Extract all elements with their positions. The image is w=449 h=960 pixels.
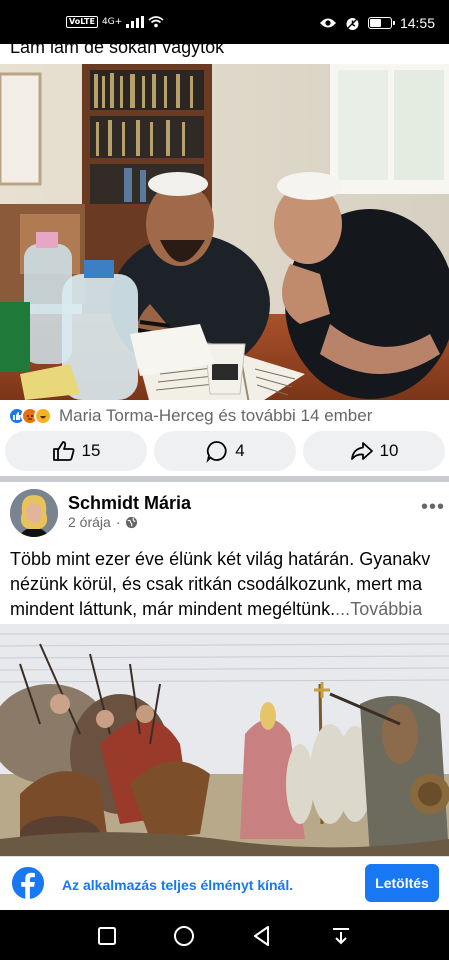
- wifi-icon: [148, 16, 164, 28]
- volte-icon: VoLTE: [66, 16, 98, 28]
- post2-text-line: mindent láttunk, már mindent megéltünk..…: [10, 597, 449, 622]
- post1-caption: Lam lam de sokan vagytok: [10, 37, 225, 57]
- status-left: VoLTE 4G+: [66, 16, 164, 28]
- battery-icon: [367, 17, 395, 29]
- signal-label: 4G+: [101, 17, 123, 27]
- recents-square-icon[interactable]: [95, 924, 119, 948]
- like-count: 15: [81, 441, 101, 460]
- like-button[interactable]: 15: [5, 431, 147, 471]
- status-right: 14:55: [319, 15, 435, 31]
- system-nav-bar: [0, 910, 449, 960]
- notification-pull-icon[interactable]: [329, 924, 353, 948]
- banner-text: Az alkalmazás teljes élményt kínál.: [62, 877, 294, 893]
- post2-time[interactable]: 2 órája: [68, 514, 111, 530]
- facebook-logo-icon: [11, 866, 45, 900]
- share-icon: [350, 442, 373, 460]
- post2-text-line-end: mindent láttunk, már mindent megéltünk.: [10, 599, 336, 619]
- post2-text-line: Több mint ezer éve élünk két világ határ…: [10, 549, 431, 569]
- alarm-icon: [345, 16, 360, 30]
- meta-dot: ·: [115, 514, 121, 530]
- post2-photo[interactable]: [0, 624, 449, 856]
- post2-ellipsis: ...: [335, 599, 351, 619]
- app-install-banner: Az alkalmazás teljes élményt kínál. Letö…: [0, 856, 449, 910]
- post1-image: [0, 64, 449, 400]
- home-circle-icon[interactable]: [172, 924, 196, 948]
- avatar[interactable]: [10, 489, 58, 537]
- signal-icon: [126, 16, 145, 28]
- post2-text: Több mint ezer éve élünk két világ határ…: [10, 547, 449, 622]
- reactions-text[interactable]: Maria Torma-Herceg és további 14 ember: [59, 406, 372, 426]
- eye-icon: [319, 18, 336, 28]
- post2-text-line: nézünk körül, és csak ritkán csodálkozun…: [10, 574, 423, 594]
- clock: 14:55: [399, 15, 435, 31]
- comment-icon: [206, 441, 227, 463]
- share-count: 10: [379, 441, 399, 460]
- comment-count: 4: [235, 441, 245, 460]
- reactions-summary[interactable]: Maria Torma-Herceg és további 14 ember: [8, 405, 372, 427]
- back-triangle-icon[interactable]: [250, 924, 274, 948]
- post2-meta: 2 órája ·: [68, 514, 138, 530]
- share-button[interactable]: 10: [303, 431, 445, 471]
- feed-separator: [0, 476, 449, 482]
- see-more-link[interactable]: Továbbia: [350, 599, 422, 619]
- post2-author[interactable]: Schmidt Mária: [68, 493, 191, 514]
- download-button[interactable]: Letöltés: [365, 864, 439, 902]
- globe-icon: [126, 516, 138, 528]
- post1-photo[interactable]: [0, 64, 449, 400]
- battery-level: [369, 19, 381, 27]
- post1-actions: 15 4 10: [5, 431, 445, 471]
- post2-more-button[interactable]: •••: [421, 496, 445, 519]
- haha-icon: [34, 407, 52, 425]
- comment-button[interactable]: 4: [154, 431, 296, 471]
- thumbs-up-icon: [52, 441, 75, 461]
- post2-image: [0, 624, 449, 856]
